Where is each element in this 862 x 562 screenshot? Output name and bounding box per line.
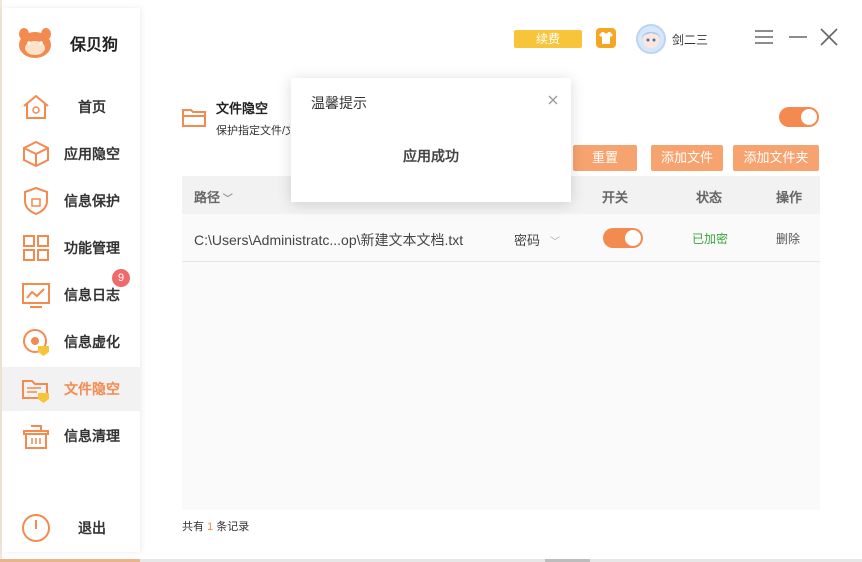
delete-link[interactable]: 删除 (776, 230, 800, 247)
minimize-icon[interactable] (787, 26, 809, 48)
column-header-switch: 开关 (602, 190, 629, 205)
sidebar-item-info-blur[interactable]: 信息虚化 (2, 320, 140, 364)
exit-button[interactable]: 退出 (2, 506, 140, 550)
sidebar-item-label: 应用隐空 (64, 146, 120, 162)
add-folder-button[interactable]: 添加文件夹 (733, 145, 819, 171)
skin-icon[interactable] (596, 28, 616, 48)
close-icon[interactable] (818, 26, 840, 48)
avatar[interactable] (636, 24, 666, 54)
status-badge: 已加密 (692, 232, 729, 246)
app-logo: 保贝狗 (16, 26, 118, 60)
sidebar-item-info-protect[interactable]: 信息保护 (2, 179, 140, 223)
sidebar-item-label: 文件隐空 (64, 381, 120, 397)
sidebar-item-file-hide[interactable]: 文件隐空 (2, 367, 140, 411)
folder-shield-icon (20, 373, 52, 405)
grid-icon (20, 232, 52, 264)
notification-badge: 9 (112, 269, 130, 287)
sidebar-item-label: 信息日志 (64, 287, 120, 303)
sidebar-item-home[interactable]: 首页 (2, 85, 140, 129)
dog-logo-icon (16, 26, 54, 60)
sidebar-item-info-clean[interactable]: 信息清理 (2, 414, 140, 458)
sidebar-item-info-log[interactable]: 信息日志 9 (2, 269, 140, 317)
feature-toggle[interactable] (779, 107, 819, 127)
power-icon (20, 512, 52, 544)
trash-box-icon (20, 420, 52, 452)
page-title: 文件隐空 (216, 101, 269, 116)
column-header-path[interactable]: 路径 ﹀ (194, 187, 233, 206)
tip-dialog: 温馨提示 应用成功 (291, 78, 571, 202)
table-row: C:\Users\Administratc...op\新建文本文档.txt 密码… (182, 214, 820, 262)
chevron-down-icon: ﹀ (550, 237, 561, 248)
page-subtitle: 保护指定文件/文件夹 (216, 125, 290, 137)
column-header-op: 操作 (776, 190, 803, 205)
record-count: 共有 1 条记录 (182, 521, 250, 533)
sidebar: 保贝狗 首页 应用隐空 信息保护 功能管理 信息日志 9 信息虚化 文件隐空 信… (2, 8, 140, 552)
add-file-button[interactable]: 添加文件 (651, 145, 723, 171)
file-table: 路径 ﹀ 开关 状态 操作 C:\Users\Administratc...op… (182, 176, 820, 510)
sidebar-item-label: 首页 (78, 99, 106, 115)
chevron-down-icon: ﹀ (220, 194, 233, 205)
dialog-message: 应用成功 (403, 148, 459, 164)
dialog-close-icon[interactable] (546, 93, 560, 107)
protect-mode-select[interactable]: 密码 ﹀ (514, 230, 560, 249)
file-path: C:\Users\Administratc...op\新建文本文档.txt (194, 232, 464, 248)
column-header-status: 状态 (696, 190, 723, 205)
menu-icon[interactable] (753, 26, 775, 48)
shield-icon (20, 185, 52, 217)
sidebar-item-function-manage[interactable]: 功能管理 (2, 226, 140, 270)
app-name: 保贝狗 (70, 37, 119, 54)
sidebar-item-label: 信息虚化 (64, 334, 120, 350)
home-icon (20, 91, 52, 123)
username[interactable]: 剑二三 (672, 31, 708, 48)
cube-icon (20, 138, 52, 170)
sidebar-item-app-hide[interactable]: 应用隐空 (2, 132, 140, 176)
renew-button[interactable]: 续费 (514, 30, 582, 48)
sidebar-item-label: 信息清理 (64, 428, 120, 444)
sidebar-item-label: 功能管理 (64, 240, 120, 256)
eye-shield-icon (20, 326, 52, 358)
reset-button[interactable]: 重置 (573, 145, 637, 171)
chart-monitor-icon (20, 279, 52, 311)
file-folder-icon (181, 104, 207, 130)
exit-label: 退出 (78, 520, 106, 536)
dialog-title: 温馨提示 (311, 95, 367, 111)
row-switch-toggle[interactable] (603, 228, 643, 248)
sidebar-item-label: 信息保护 (64, 193, 120, 209)
